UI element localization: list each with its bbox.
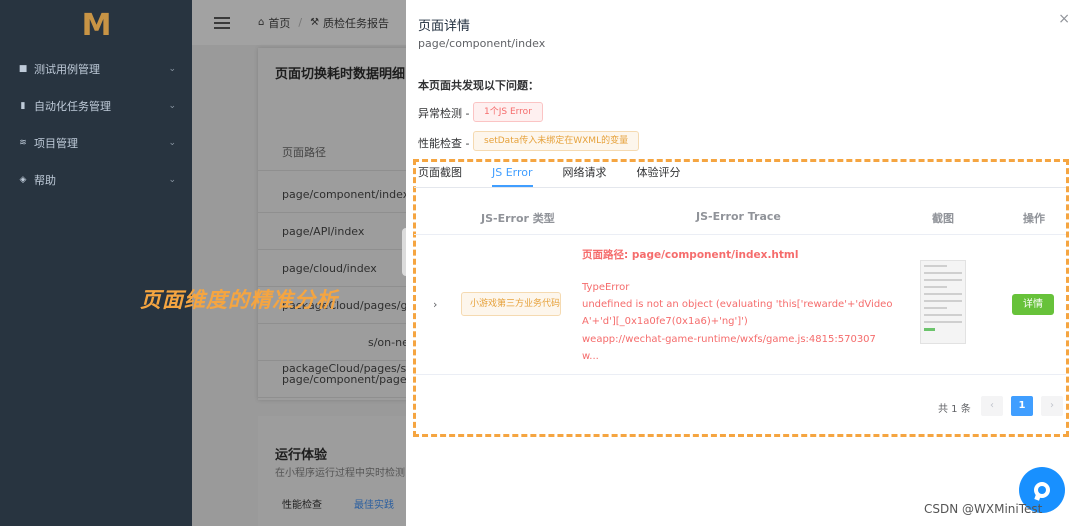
table-header-page-path: 页面路径 [258, 134, 418, 171]
breadcrumb-report[interactable]: 质检任务报告 [323, 15, 389, 31]
table-row: packageCloud/pages/scf- [282, 362, 418, 375]
sidebar-item-label: 帮助 [34, 173, 56, 187]
tab-screenshot[interactable]: 页面截图 [418, 163, 462, 187]
js-error-tag: 1个JS Error [473, 102, 543, 122]
sidebar: M ■ 测试用例管理 ⌄ ▮ 自动化任务管理 ⌄ ≋ 项目管理 ⌄ ◈ 帮助 ⌄ [0, 0, 192, 526]
chat-icon [1034, 482, 1050, 498]
card-title: 运行体验 [275, 448, 328, 463]
home-icon: ⌂ [258, 17, 265, 28]
layers-icon: ≋ [19, 137, 27, 148]
column-header-action: 操作 [1023, 212, 1045, 225]
run-experience-card: 运行体验 在小程序运行过程中实时检测 性能检查 最佳实践 [258, 416, 418, 526]
error-screenshot-thumbnail[interactable] [920, 260, 966, 344]
table-row: page/cloud/index [258, 250, 418, 287]
breadcrumb: ⌂ 首页 / ⚒ 质检任务报告 [258, 15, 389, 31]
bar-chart-icon: ▮ [20, 100, 26, 111]
chevron-down-icon: ⌄ [168, 174, 176, 185]
issues-heading: 本页面共发现以下问题： [418, 79, 539, 92]
chevron-down-icon: ⌄ [168, 63, 176, 74]
overlay-caption: 页面维度的精准分析 [140, 288, 338, 312]
tab-js-error[interactable]: JS Error [492, 163, 533, 187]
trace-line: TypeError [582, 282, 630, 293]
table-row: s/on-ne [258, 324, 418, 361]
drawer-page-path: page/component/index [418, 37, 546, 50]
table-header-divider [414, 234, 1066, 235]
help-icon: ◈ [19, 174, 27, 185]
breadcrumb-separator: / [298, 16, 303, 29]
table-row: page/component/index [258, 176, 418, 213]
trace-line: undefined is not an object (evaluating '… [582, 299, 893, 310]
chevron-down-icon: ⌄ [168, 100, 176, 111]
folder-icon: ■ [18, 63, 28, 74]
expand-row-icon[interactable]: › [433, 298, 437, 311]
sidebar-item-projects[interactable]: ≋ 项目管理 ⌄ [0, 124, 192, 161]
tab-score[interactable]: 体验评分 [637, 163, 681, 187]
pagination-next-button[interactable]: › [1041, 396, 1063, 416]
page-detail-drawer: 页面详情 page/component/index × 本页面共发现以下问题： … [406, 0, 1080, 526]
sidebar-item-label: 测试用例管理 [34, 62, 100, 76]
column-header-trace: JS-Error Trace [696, 210, 781, 223]
trace-line: A'+'d'][_0x1a0fe7(0x1a6)+'ng']') [582, 316, 748, 327]
page-switch-card: 页面切换耗时数据明细 页面路径 page/component/index pag… [258, 48, 418, 400]
trace-page-path: 页面路径: page/component/index.html [582, 249, 799, 261]
anomaly-label: 异常检测 - [418, 107, 470, 120]
detail-tabs: 页面截图 JS Error 网络请求 体验评分 [418, 163, 711, 187]
detail-button[interactable]: 详情 [1012, 294, 1054, 315]
table-row: page/API/index [258, 213, 418, 250]
breadcrumb-home[interactable]: 首页 [268, 15, 290, 31]
drawer-title: 页面详情 [418, 19, 471, 34]
hamburger-icon[interactable] [214, 16, 230, 29]
pagination-page-1[interactable]: 1 [1011, 396, 1033, 416]
sidebar-item-test-cases[interactable]: ■ 测试用例管理 ⌄ [0, 50, 192, 87]
perf-check-link[interactable]: 性能检查 [282, 496, 322, 511]
tools-icon: ⚒ [310, 17, 320, 28]
sidebar-item-automation-tasks[interactable]: ▮ 自动化任务管理 ⌄ [0, 87, 192, 124]
trace-line: weapp://wechat-game-runtime/wxfs/game.js… [582, 334, 876, 345]
perf-label: 性能检查 - [418, 137, 470, 150]
sidebar-item-help[interactable]: ◈ 帮助 ⌄ [0, 161, 192, 198]
pagination-total: 共 1 条 [938, 404, 971, 415]
perf-tag: setData传入未绑定在WXML的变量 [473, 131, 640, 151]
chevron-down-icon: ⌄ [168, 137, 176, 148]
table-row-divider [414, 374, 1066, 375]
column-header-type: JS-Error 类型 [481, 212, 555, 225]
trace-line: w... [582, 351, 599, 362]
app-logo[interactable]: M [0, 0, 192, 50]
watermark: CSDN @WXMiniTest [924, 502, 1043, 516]
tabs-divider [414, 187, 1066, 188]
tab-network[interactable]: 网络请求 [563, 163, 607, 187]
column-header-screenshot: 截图 [932, 212, 954, 225]
card-title: 页面切换耗时数据明细 [275, 67, 406, 82]
close-icon[interactable]: × [1058, 11, 1070, 27]
error-type-tag: 小游戏第三方业务代码错误 [461, 292, 561, 316]
pagination-prev-button[interactable]: ‹ [981, 396, 1003, 416]
sidebar-item-label: 自动化任务管理 [34, 99, 111, 113]
card-subtitle: 在小程序运行过程中实时检测 [275, 468, 405, 479]
sidebar-item-label: 项目管理 [34, 136, 78, 150]
best-practice-link[interactable]: 最佳实践 [354, 496, 394, 511]
